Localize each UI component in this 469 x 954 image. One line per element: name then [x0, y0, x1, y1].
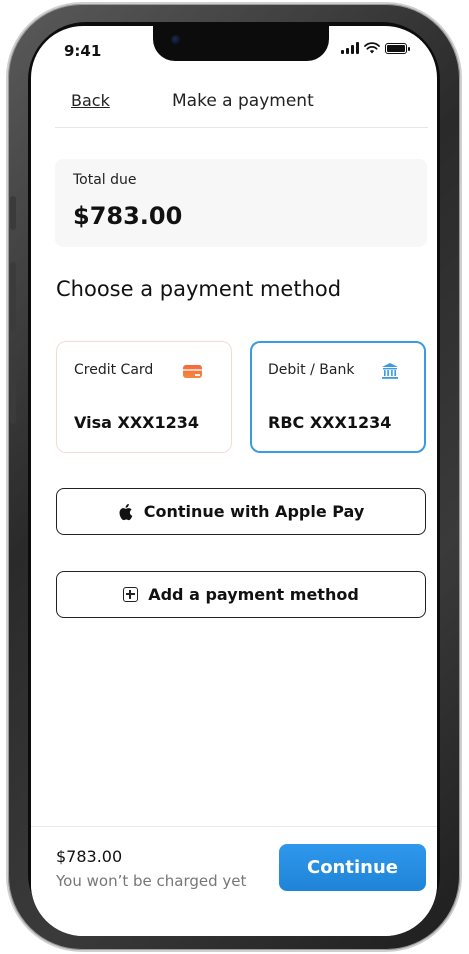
payment-method-value: Visa XXX1234 — [74, 413, 200, 432]
plus-square-icon — [123, 587, 139, 602]
wifi-icon — [364, 42, 380, 54]
total-due-amount: $783.00 — [73, 202, 183, 230]
app-screen: 9:41 Back Make a payment Total due $783.… — [31, 26, 437, 936]
battery-icon — [385, 42, 410, 54]
cellular-signal-icon — [341, 42, 359, 54]
header: Back Make a payment — [55, 86, 428, 128]
volume-up-button — [10, 262, 16, 332]
bank-icon — [382, 363, 398, 379]
continue-button[interactable]: Continue — [279, 844, 426, 891]
mute-switch — [10, 196, 16, 230]
apple-icon — [119, 503, 133, 520]
status-time: 9:41 — [64, 42, 102, 60]
footer-amount: $783.00 — [56, 847, 123, 866]
section-title: Choose a payment method — [56, 277, 342, 301]
apple-pay-label: Continue with Apple Pay — [143, 502, 365, 521]
credit-card-icon — [183, 365, 202, 378]
front-camera-icon — [171, 35, 181, 45]
volume-down-button — [10, 354, 16, 424]
payment-method-debit-bank[interactable]: Debit / Bank RBC XXX1234 — [250, 341, 426, 453]
page-title: Make a payment — [172, 91, 314, 111]
total-due-card: Total due $783.00 — [55, 159, 427, 247]
add-payment-method-button[interactable]: Add a payment method — [56, 571, 426, 618]
apple-pay-button[interactable]: Continue with Apple Pay — [56, 488, 426, 535]
notch — [153, 26, 329, 61]
payment-method-credit-card[interactable]: Credit Card Visa XXX1234 — [56, 341, 232, 453]
total-due-label: Total due — [73, 172, 137, 188]
status-icons — [341, 42, 410, 54]
payment-method-label: Credit Card — [74, 362, 154, 378]
back-link[interactable]: Back — [71, 91, 110, 110]
footer: $783.00 You won’t be charged yet Continu… — [31, 826, 437, 936]
add-payment-method-label: Add a payment method — [148, 585, 359, 604]
footer-note: You won’t be charged yet — [56, 872, 247, 890]
payment-method-label: Debit / Bank — [268, 362, 355, 378]
payment-method-value: RBC XXX1234 — [268, 413, 392, 432]
